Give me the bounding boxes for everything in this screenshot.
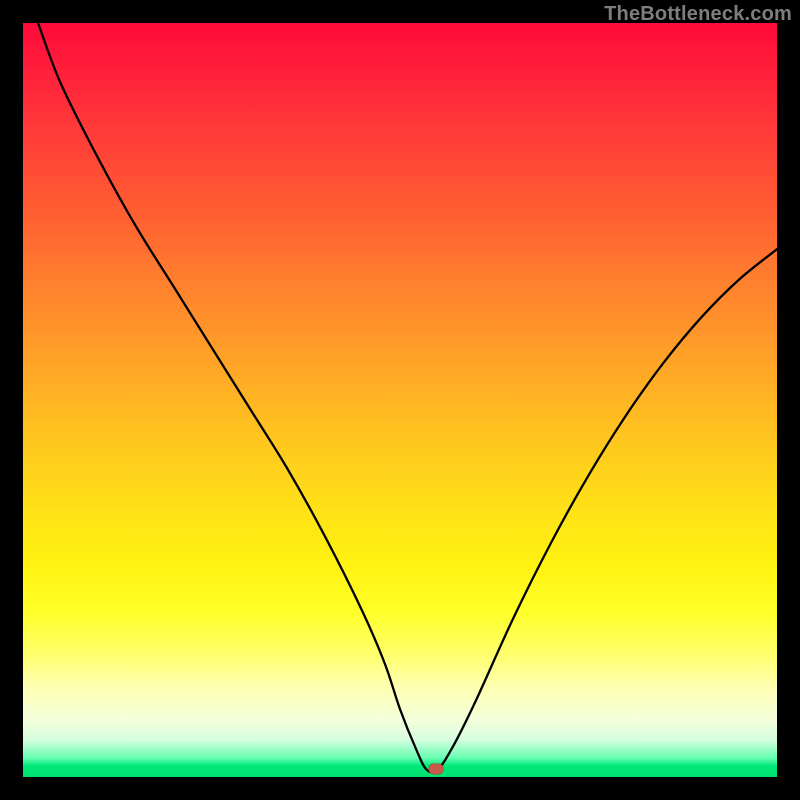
chart-stage: TheBottleneck.com: [0, 0, 800, 800]
watermark-text: TheBottleneck.com: [604, 3, 792, 26]
bottleneck-curve: [23, 23, 777, 777]
optimal-point-marker: [429, 764, 444, 775]
plot-area: [23, 23, 777, 777]
bottleneck-curve-path: [38, 23, 777, 772]
